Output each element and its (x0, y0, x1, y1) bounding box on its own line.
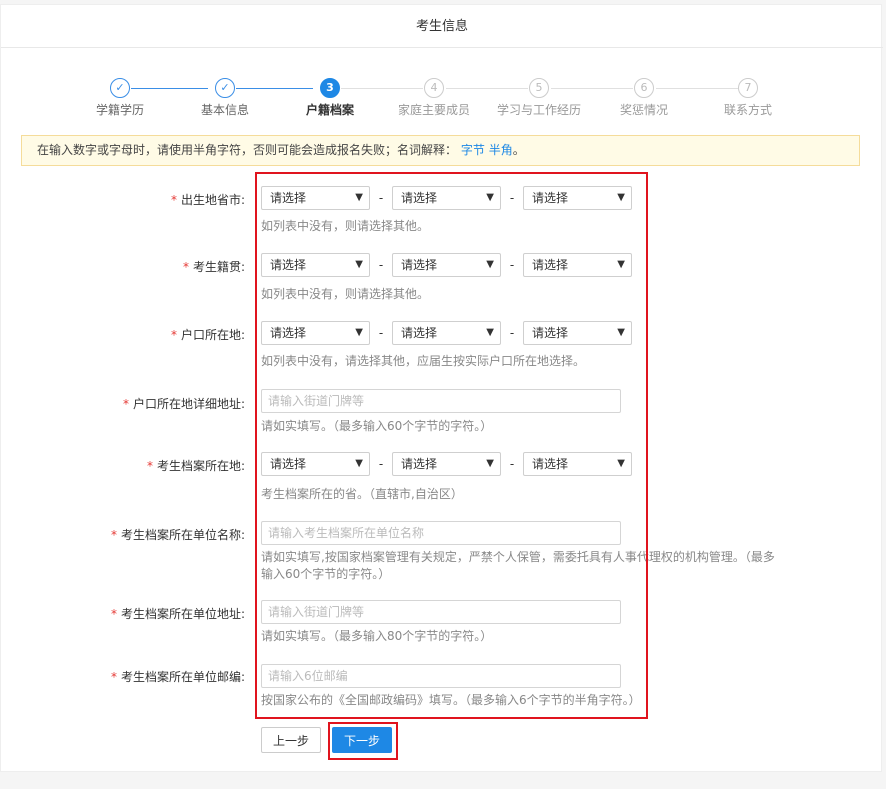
form-panel: 考生信息 (0, 4, 883, 772)
step-connector (236, 88, 313, 89)
dropdown-arrow-icon: ▼ (486, 259, 494, 270)
dropdown-arrow-icon: ▼ (355, 458, 363, 469)
step-connector (551, 88, 633, 89)
birthplace-label: * 出生地省市: (170, 193, 245, 207)
glossary-link-byte[interactable]: 字节 (461, 143, 485, 157)
hukou-label: * 户口所在地: (170, 328, 245, 342)
archive-location-province-select[interactable]: 请选择 ▼ (261, 452, 370, 476)
separator: - (378, 457, 384, 471)
separator: - (378, 326, 384, 340)
native-place-city-select[interactable]: 请选择 ▼ (392, 253, 501, 277)
step-4-circle: 4 (424, 78, 444, 98)
step-connector (341, 88, 423, 89)
notice-suffix: 。 (512, 143, 525, 157)
step-7-circle: 7 (738, 78, 758, 98)
hukou-hint: 如列表中没有，请选择其他，应届生按实际户口所在地选择。 (261, 354, 586, 368)
required-mark: * (146, 459, 153, 473)
dropdown-arrow-icon: ▼ (486, 458, 494, 469)
page-title: 考生信息 (1, 5, 883, 48)
separator: - (378, 191, 384, 205)
separator: - (378, 258, 384, 272)
step-7-label: 联系方式 (723, 103, 772, 117)
separator: - (509, 326, 515, 340)
required-mark: * (170, 193, 177, 207)
step-3-label: 户籍档案 (305, 103, 354, 117)
step-5-circle: 5 (529, 78, 549, 98)
hukou-county-select[interactable]: 请选择 ▼ (523, 321, 632, 345)
halfwidth-notice: 在输入数字或字母时，请使用半角字符，否则可能会造成报名失败；名词解释： 字节 半… (21, 135, 860, 166)
dropdown-arrow-icon: ▼ (617, 192, 625, 203)
step-4-label: 家庭主要成员 (397, 103, 470, 117)
hukou-address-label: * 户口所在地详细地址: (122, 397, 245, 411)
dropdown-arrow-icon: ▼ (617, 458, 625, 469)
notice-text: 在输入数字或字母时，请使用半角字符，否则可能会造成报名失败；名词解释： (37, 143, 458, 157)
dropdown-arrow-icon: ▼ (617, 327, 625, 338)
archive-unit-address-input[interactable] (261, 600, 621, 624)
dropdown-arrow-icon: ▼ (355, 327, 363, 338)
native-place-hint: 如列表中没有，则请选择其他。 (261, 287, 430, 301)
step-1-check-icon: ✓ (110, 78, 130, 98)
step-connector (656, 88, 738, 89)
archive-unit-name-hint: 请如实填写,按国家档案管理有关规定，严禁个人保管，需委托具有人事代理权的机构管理… (261, 550, 775, 581)
required-mark: * (170, 328, 177, 342)
separator: - (509, 457, 515, 471)
separator: - (509, 258, 515, 272)
archive-unit-postcode-label: * 考生档案所在单位邮编: (110, 670, 245, 684)
required-mark: * (110, 528, 117, 542)
step-6-circle: 6 (634, 78, 654, 98)
archive-unit-postcode-hint: 按国家公布的《全国邮政编码》填写。（最多输入6个字节的半角字符。） (261, 693, 641, 707)
step-5-label: 学习与工作经历 (496, 103, 581, 117)
archive-unit-name-label: * 考生档案所在单位名称: (110, 528, 245, 542)
native-place-label: * 考生籍贯: (182, 260, 245, 274)
archive-unit-name-input[interactable] (261, 521, 621, 545)
archive-unit-postcode-input[interactable] (261, 664, 621, 688)
birthplace-county-select[interactable]: 请选择 ▼ (523, 186, 632, 210)
hukou-city-select[interactable]: 请选择 ▼ (392, 321, 501, 345)
archive-location-county-select[interactable]: 请选择 ▼ (523, 452, 632, 476)
archive-unit-address-hint: 请如实填写。（最多输入80个字节的字符。） (261, 629, 493, 643)
step-6-label: 奖惩情况 (619, 103, 668, 117)
native-place-county-select[interactable]: 请选择 ▼ (523, 253, 632, 277)
step-3-circle: 3 (320, 78, 340, 98)
birthplace-hint: 如列表中没有，则请选择其他。 (261, 219, 430, 233)
dropdown-arrow-icon: ▼ (486, 192, 494, 203)
separator: - (509, 191, 515, 205)
prev-step-button[interactable]: 上一步 (261, 727, 321, 753)
birthplace-city-select[interactable]: 请选择 ▼ (392, 186, 501, 210)
hukou-address-input[interactable] (261, 389, 621, 413)
required-mark: * (110, 670, 117, 684)
archive-unit-address-label: * 考生档案所在单位地址: (110, 607, 245, 621)
step-connector (446, 88, 528, 89)
dropdown-arrow-icon: ▼ (617, 259, 625, 270)
hukou-address-hint: 请如实填写。（最多输入60个字节的字符。） (261, 419, 493, 433)
archive-location-city-select[interactable]: 请选择 ▼ (392, 452, 501, 476)
step-2-check-icon: ✓ (215, 78, 235, 98)
next-step-button[interactable]: 下一步 (332, 727, 392, 753)
hukou-province-select[interactable]: 请选择 ▼ (261, 321, 370, 345)
required-mark: * (110, 607, 117, 621)
required-mark: * (122, 397, 129, 411)
native-place-province-select[interactable]: 请选择 ▼ (261, 253, 370, 277)
required-mark: * (182, 260, 189, 274)
dropdown-arrow-icon: ▼ (355, 192, 363, 203)
step-1-label: 学籍学历 (95, 103, 144, 117)
dropdown-arrow-icon: ▼ (355, 259, 363, 270)
archive-location-label: * 考生档案所在地: (146, 459, 245, 473)
birthplace-province-select[interactable]: 请选择 ▼ (261, 186, 370, 210)
step-2-label: 基本信息 (200, 103, 249, 117)
archive-location-hint: 考生档案所在的省。（直辖市,自治区） (261, 487, 463, 501)
step-connector (131, 88, 208, 89)
dropdown-arrow-icon: ▼ (486, 327, 494, 338)
glossary-link-halfwidth[interactable]: 半角 (489, 143, 513, 157)
